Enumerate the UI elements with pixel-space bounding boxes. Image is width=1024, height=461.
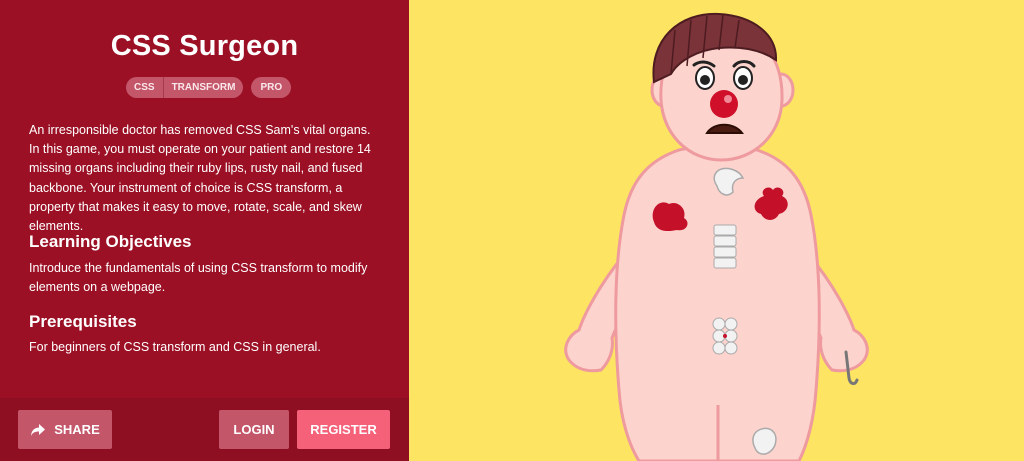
tag-list: CSS TRANSFORM PRO xyxy=(126,77,292,98)
level-badge: PRO xyxy=(251,77,292,98)
organ-intestines[interactable] xyxy=(712,317,738,355)
register-button[interactable]: REGISTER xyxy=(297,410,390,449)
tag-transform[interactable]: TRANSFORM xyxy=(162,77,244,98)
operating-stage xyxy=(409,0,1024,461)
organ-bladder[interactable] xyxy=(752,427,777,455)
game-title: CSS Surgeon xyxy=(110,30,299,62)
game-screen: CSS Surgeon CSS TRANSFORM PRO An irrespo… xyxy=(0,0,1024,461)
topic-tag-group: CSS TRANSFORM xyxy=(126,77,244,98)
prerequisites-text: For beginners of CSS transform and CSS i… xyxy=(29,340,321,354)
patient-figure xyxy=(564,12,869,461)
organ-backbone[interactable] xyxy=(713,224,737,269)
login-button[interactable]: LOGIN xyxy=(219,410,289,449)
share-button[interactable]: SHARE xyxy=(18,410,112,449)
objectives-heading: Learning Objectives xyxy=(29,232,192,251)
game-description: An irresponsible doctor has removed CSS … xyxy=(29,123,371,234)
info-panel: CSS Surgeon CSS TRANSFORM PRO An irrespo… xyxy=(0,0,409,461)
tag-css[interactable]: CSS xyxy=(126,77,163,98)
footer-bar: SHARE LOGIN REGISTER xyxy=(0,398,409,461)
patient-head xyxy=(650,12,795,162)
prerequisites-heading: Prerequisites xyxy=(29,312,137,331)
share-label: SHARE xyxy=(54,422,100,437)
share-icon xyxy=(30,423,46,437)
objectives-text: Introduce the fundamentals of using CSS … xyxy=(29,261,368,295)
